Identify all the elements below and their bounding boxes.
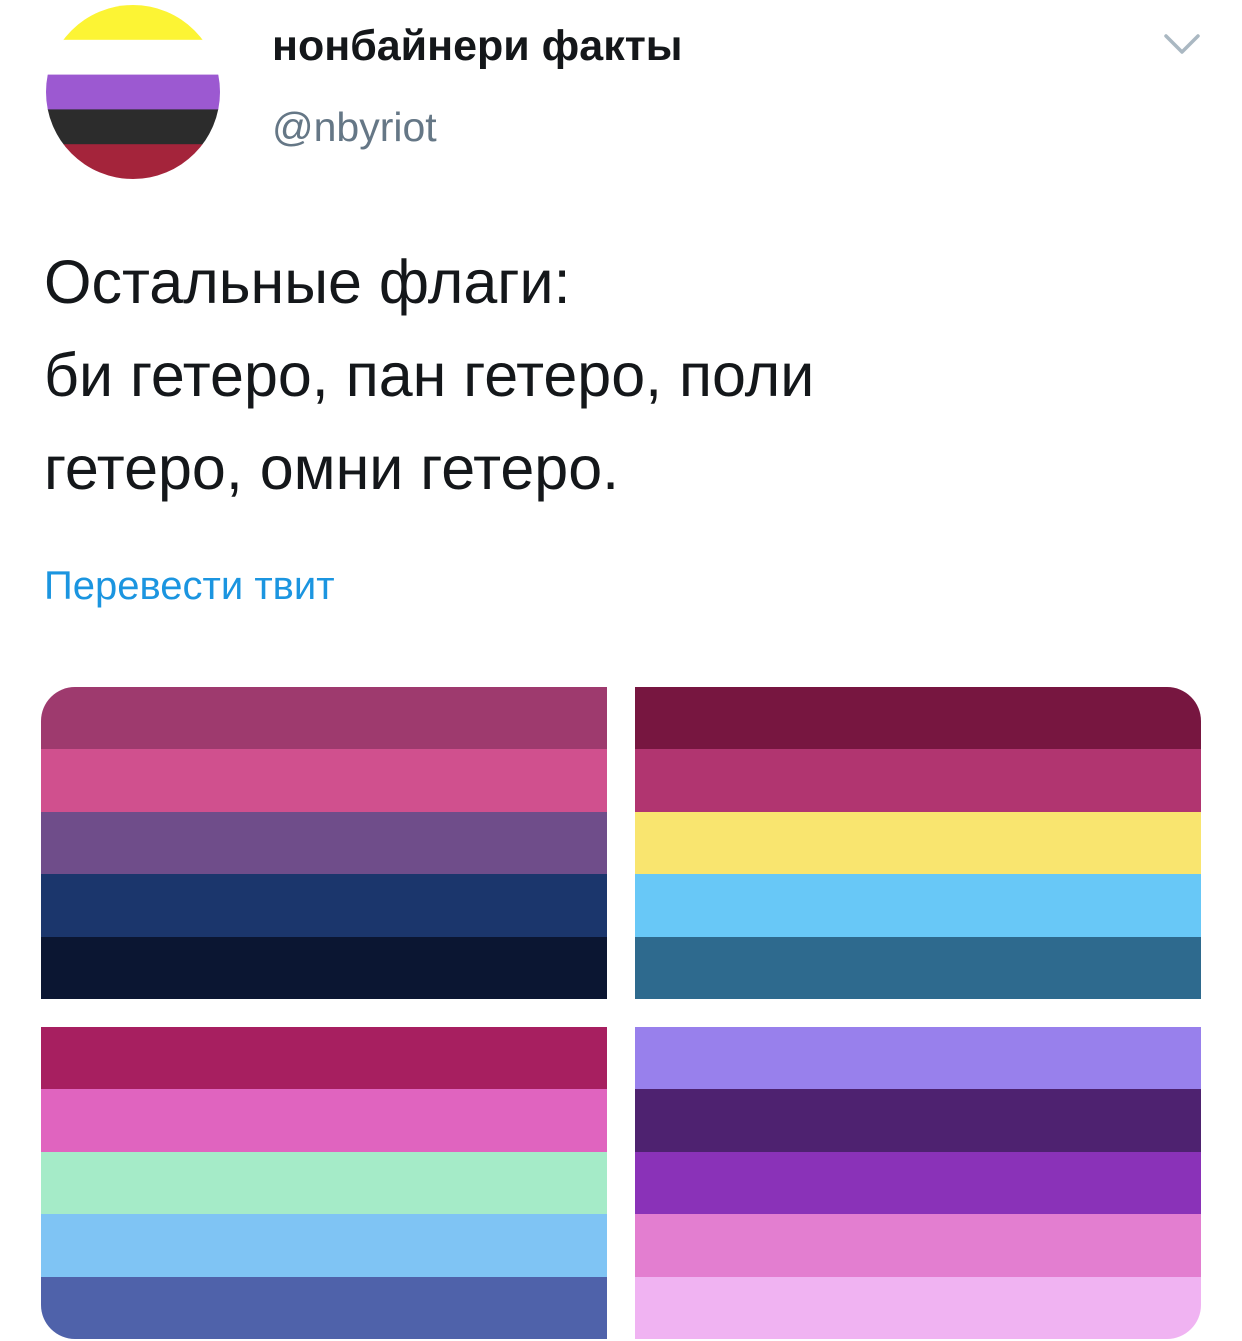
translate-tweet-link[interactable]: Перевести твит (44, 564, 335, 609)
flag-stripe (635, 936, 1201, 1000)
flag-stripe (41, 1276, 607, 1339)
nonbinary-flag-avatar-image (46, 5, 220, 179)
chevron-down-icon[interactable] (1158, 26, 1206, 62)
flag-stripe (41, 687, 607, 750)
flag-stripe (41, 811, 607, 875)
flag-pan-hetero[interactable] (635, 687, 1201, 1000)
user-handle[interactable]: @nbyriot (272, 104, 437, 151)
avatar-stripe (46, 74, 220, 110)
flag-stripe (635, 1089, 1201, 1152)
avatar-stripe (46, 144, 220, 179)
media-grid (41, 687, 1201, 1339)
flag-stripe (635, 1151, 1201, 1215)
flag-stripe (41, 874, 607, 937)
tweet-text-line: Остальные флаги: (44, 248, 571, 316)
flag-stripe (41, 1089, 607, 1152)
flag-stripe (41, 1151, 607, 1215)
flag-stripe (635, 749, 1201, 812)
flag-stripe (41, 1214, 607, 1277)
tweet-text: Остальные флаги: би гетеро, пан гетеро, … (44, 236, 1204, 515)
avatar[interactable] (46, 5, 220, 179)
flag-stripe (41, 936, 607, 1000)
avatar-stripe (46, 5, 220, 41)
flag-stripe (635, 1214, 1201, 1277)
flag-stripe (635, 1027, 1201, 1090)
flag-stripe (41, 749, 607, 812)
flag-bi-hetero[interactable] (41, 687, 607, 1000)
avatar-stripe (46, 39, 220, 76)
flag-stripe (635, 811, 1201, 875)
tweet-text-line: би гетеро, пан гетеро, поли (44, 341, 815, 409)
flag-stripe (635, 874, 1201, 937)
avatar-stripe (46, 109, 220, 145)
tweet-text-line: гетеро, омни гетеро. (44, 434, 620, 502)
flag-stripe (41, 1027, 607, 1090)
flag-stripe (635, 1276, 1201, 1339)
flag-omni-hetero[interactable] (635, 1027, 1201, 1339)
flag-stripe (635, 687, 1201, 750)
display-name[interactable]: нонбайнери факты (272, 22, 683, 71)
flag-poly-hetero[interactable] (41, 1027, 607, 1339)
